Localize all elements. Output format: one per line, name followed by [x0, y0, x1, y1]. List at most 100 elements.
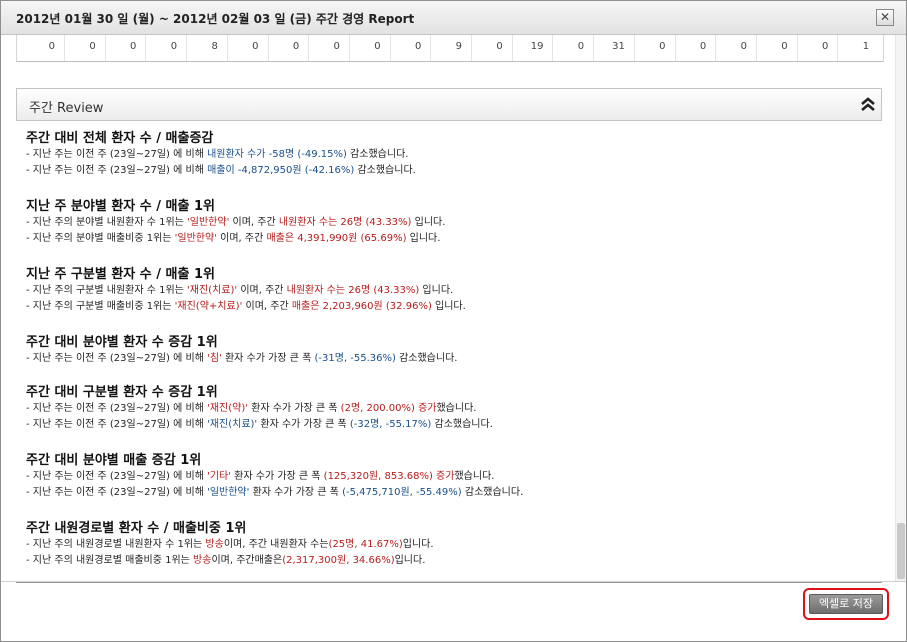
- highlighted-text: (2,317,300원, 34.66%): [282, 555, 395, 566]
- line-text: 이며, 주간: [242, 301, 292, 312]
- line-text: - 지난 주는 이전 주 (23일~27일) 에 비해: [26, 471, 208, 482]
- table-cell: 9: [431, 35, 473, 61]
- scrollbar-thumb[interactable]: [897, 523, 905, 579]
- table-cell: 0: [676, 35, 717, 61]
- highlighted-text: (2명, 200.00%) 증가: [340, 403, 437, 414]
- review-heading: 주간 대비 전체 환자 수 / 매출증감: [26, 131, 214, 146]
- review-line: - 지난 주의 구분별 내원환자 수 1위는 '재진(치료)' 이며, 주간 내…: [26, 283, 466, 299]
- review-line: - 지난 주는 이전 주 (23일~27일) 에 비해 매출이 -4,872,9…: [26, 163, 416, 179]
- line-text: - 지난 주는 이전 주 (23일~27일) 에 비해: [26, 149, 208, 160]
- report-content[interactable]: 0 0 0 0 8 0 0 0 0 0 9 0 19 0 31 0 0 0 0 0 1 주간 Review 주간 대비 …: [1, 35, 906, 581]
- review-item: 주간 대비 분야별 환자 수 증감 1위 - 지난 주는 이전 주 (23일~27…: [26, 335, 457, 367]
- line-text: 이며, 주간: [237, 285, 287, 296]
- review-item: 주간 대비 분야별 매출 증감 1위 - 지난 주는 이전 주 (23일~27일)…: [26, 453, 523, 501]
- close-button[interactable]: ✕: [876, 9, 894, 26]
- dialog-footer: 엑셀로 저장: [1, 581, 906, 641]
- table-cell: 0: [757, 35, 798, 61]
- highlighted-text: 매출이 -4,872,950원 (-42.16%): [207, 165, 355, 176]
- line-text: 환자 수가 가장 큰 폭: [230, 471, 324, 482]
- table-cell: 0: [228, 35, 269, 61]
- line-text: 입니다.: [411, 217, 446, 228]
- review-item: 지난 주 분야별 환자 수 / 매출 1위 - 지난 주의 분야별 내원환자 수 …: [26, 199, 445, 247]
- highlighted-text: '일반한약': [187, 217, 230, 228]
- table-cell: 0: [106, 35, 147, 61]
- table-cell: 0: [146, 35, 188, 61]
- review-line: - 지난 주의 분야별 매출비중 1위는 '일반한약' 이며, 주간 매출은 4…: [26, 231, 445, 247]
- highlighted-text: '침': [207, 353, 222, 364]
- review-item: 주간 내원경로별 환자 수 / 매출비중 1위 - 지난 주의 내원경로별 내원환…: [26, 521, 434, 569]
- line-text: - 지난 주는 이전 주 (23일~27일) 에 비해: [26, 419, 208, 430]
- highlighted-text: '기타': [207, 471, 231, 482]
- review-heading: 주간 대비 분야별 환자 수 증감 1위: [26, 335, 218, 350]
- highlighted-text: '재진(약)': [207, 403, 248, 414]
- line-text: - 지난 주의 구분별 매출비중 1위는: [26, 301, 175, 312]
- highlighted-text: 내원환자 수는 26명 (43.33%): [286, 285, 420, 296]
- title-bar: 2012년 01월 30 일 (월) ~ 2012년 02월 03 일 (금) …: [1, 1, 906, 35]
- table-cell: 0: [350, 35, 391, 61]
- highlighted-text: (25명, 41.67%): [328, 539, 403, 550]
- highlighted-text: 방송: [205, 539, 224, 550]
- table-cell: 0: [798, 35, 839, 61]
- dialog-title: 2012년 01월 30 일 (월) ~ 2012년 02월 03 일 (금) …: [16, 12, 415, 26]
- review-line: - 지난 주는 이전 주 (23일~27일) 에 비해 '재진(치료)' 환자 …: [26, 417, 493, 433]
- table-cell: 0: [309, 35, 350, 61]
- review-line: - 지난 주의 구분별 매출비중 1위는 '재진(약+치료)' 이며, 주간 매…: [26, 299, 466, 315]
- highlighted-text: '일반한약': [174, 233, 217, 244]
- line-text: 감소했습니다.: [431, 419, 493, 430]
- table-cell: 0: [17, 35, 65, 61]
- table-cell: 0: [635, 35, 676, 61]
- line-text: 환자 수가 가장 큰 폭: [247, 403, 341, 414]
- line-text: 입니다.: [394, 555, 426, 566]
- review-item: 지난 주 구분별 환자 수 / 매출 1위 - 지난 주의 구분별 내원환자 수 …: [26, 267, 466, 315]
- line-text: 환자 수가 가장 큰 폭: [249, 487, 343, 498]
- line-text: 환자 수가 가장 큰 폭: [221, 353, 315, 364]
- line-text: - 지난 주의 분야별 매출비중 1위는: [26, 233, 175, 244]
- table-cell: 31: [594, 35, 635, 61]
- highlighted-text: 방송: [193, 555, 212, 566]
- table-cell: 19: [513, 35, 554, 61]
- line-text: 입니다.: [406, 233, 441, 244]
- line-text: - 지난 주는 이전 주 (23일~27일) 에 비해: [26, 353, 208, 364]
- line-text: - 지난 주의 분야별 내원환자 수 1위는: [26, 217, 188, 228]
- review-heading: 주간 내원경로별 환자 수 / 매출비중 1위: [26, 521, 247, 536]
- highlighted-text: '재진(치료)': [207, 419, 258, 430]
- review-heading: 주간 대비 구분별 환자 수 증감 1위: [26, 385, 218, 400]
- save-to-excel-button[interactable]: 엑셀로 저장: [809, 594, 883, 614]
- highlighted-text: (-5,475,710원, -55.49%): [342, 487, 462, 498]
- review-line: - 지난 주의 내원경로별 매출비중 1위는 방송이며, 주간매출은(2,317…: [26, 553, 434, 569]
- line-text: - 지난 주는 이전 주 (23일~27일) 에 비해: [26, 403, 208, 414]
- line-text: 이며, 주간 내원환자 수는: [223, 539, 329, 550]
- review-heading: 지난 주 구분별 환자 수 / 매출 1위: [26, 267, 215, 282]
- table-cell: 0: [472, 35, 513, 61]
- line-text: 환자 수가 가장 큰 폭: [257, 419, 350, 430]
- table-cell: 0: [553, 35, 595, 61]
- section-title: 주간 Review: [29, 101, 104, 116]
- review-line: - 지난 주는 이전 주 (23일~27일) 에 비해 '기타' 환자 수가 가…: [26, 469, 523, 485]
- line-text: 입니다.: [419, 285, 454, 296]
- line-text: 감소했습니다.: [395, 353, 458, 364]
- review-item: 주간 대비 구분별 환자 수 증감 1위 - 지난 주는 이전 주 (23일~27…: [26, 385, 493, 433]
- line-text: 이며, 주간: [229, 217, 279, 228]
- collapse-chevrons-icon[interactable]: [859, 95, 877, 113]
- table-cell: 8: [187, 35, 228, 61]
- report-dialog: 2012년 01월 30 일 (월) ~ 2012년 02월 03 일 (금) …: [0, 0, 907, 642]
- table-cell: 0: [269, 35, 310, 61]
- section-header: 주간 Review: [16, 88, 882, 121]
- line-text: 했습니다.: [454, 471, 495, 482]
- vertical-scrollbar[interactable]: [895, 35, 906, 581]
- highlighted-text: 내원환자 수는 26명 (43.33%): [278, 217, 412, 228]
- line-text: - 지난 주는 이전 주 (23일~27일) 에 비해: [26, 487, 208, 498]
- close-icon: ✕: [879, 10, 891, 24]
- line-text: 입니다.: [431, 301, 466, 312]
- highlighted-text: (-32명, -55.17%): [349, 419, 432, 430]
- review-line: - 지난 주의 분야별 내원환자 수 1위는 '일반한약' 이며, 주간 내원환…: [26, 215, 445, 231]
- review-line: - 지난 주는 이전 주 (23일~27일) 에 비해 '일반한약' 환자 수가…: [26, 485, 523, 501]
- line-text: - 지난 주의 구분별 내원환자 수 1위는: [26, 285, 188, 296]
- highlighted-text: (125,320원, 853.68%) 증가: [323, 471, 455, 482]
- review-line: - 지난 주는 이전 주 (23일~27일) 에 비해 '침' 환자 수가 가장…: [26, 351, 457, 367]
- line-text: 이며, 주간: [216, 233, 267, 244]
- highlighted-text: (-31명, -55.36%): [314, 353, 396, 364]
- highlighted-text: 내원환자 수가 -58명 (-49.15%): [207, 149, 347, 160]
- line-text: 감소했습니다.: [354, 165, 416, 176]
- highlighted-text: 매출은 4,391,990원 (65.69%): [266, 233, 407, 244]
